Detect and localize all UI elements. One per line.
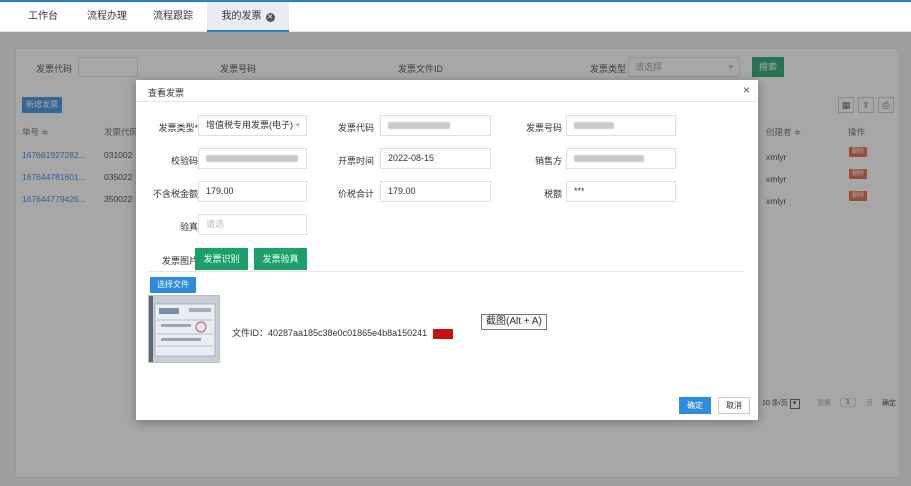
tab-invoice-verify[interactable]: 发票验真 bbox=[254, 248, 307, 270]
tab-invoice-recognition[interactable]: 发票识别 bbox=[195, 248, 248, 270]
invoice-type-label: 发票类型* bbox=[158, 123, 198, 133]
tax-input[interactable]: *** bbox=[566, 181, 676, 202]
invoice-type-select[interactable]: 增值税专用发票(电子) ▾ bbox=[198, 115, 307, 136]
choose-file-button[interactable]: 选择文件 bbox=[150, 277, 196, 293]
confirm-button[interactable]: 确定 bbox=[679, 397, 711, 414]
invoice-code-label: 发票代码 bbox=[337, 123, 374, 133]
view-invoice-dialog: 查看发票 × 发票类型* 增值税专用发票(电子) ▾ 发票代码 发票号码 校验码 … bbox=[136, 80, 758, 420]
invoice-type-value: 增值税专用发票(电子) bbox=[206, 120, 293, 130]
file-id-value: 文件ID：40287aa185c38e0c01865e4b8a150241 bbox=[232, 328, 428, 338]
amount-input[interactable]: 179.00 bbox=[198, 181, 307, 202]
redacted-value bbox=[574, 155, 644, 163]
chevron-down-icon: ▾ bbox=[295, 120, 300, 130]
tab-process[interactable]: 流程办理 bbox=[78, 2, 136, 32]
screenshot-tooltip: 截图(Alt + A) bbox=[481, 314, 547, 330]
tab-tracking[interactable]: 流程跟踪 bbox=[144, 2, 202, 32]
invoice-number-label: 发票号码 bbox=[525, 123, 562, 133]
invoice-number-input[interactable] bbox=[566, 115, 676, 136]
divider bbox=[148, 271, 744, 272]
tab-workbench[interactable]: 工作台 bbox=[18, 2, 68, 32]
check-code-label: 校验码 bbox=[170, 156, 198, 166]
tab-label: 工作台 bbox=[28, 11, 58, 22]
issue-date-label: 开票时间 bbox=[337, 156, 374, 166]
top-tab-bar: 工作台 流程办理 流程跟踪 我的发票 ✕ bbox=[0, 0, 911, 32]
dialog-title: 查看发票 bbox=[148, 88, 185, 98]
total-label: 价税合计 bbox=[337, 189, 374, 199]
total-input[interactable]: 179.00 bbox=[380, 181, 491, 202]
close-tab-icon[interactable]: ✕ bbox=[265, 13, 275, 22]
invoice-image-label: 发票图片 bbox=[161, 256, 198, 266]
invoice-thumbnail[interactable] bbox=[148, 295, 220, 363]
issue-date-input[interactable]: 2022-08-15 bbox=[380, 148, 491, 169]
tab-label: 流程办理 bbox=[87, 11, 127, 22]
tab-label: 我的发票 bbox=[221, 11, 262, 22]
tab-label: 流程跟踪 bbox=[153, 11, 193, 22]
tab-my-invoices[interactable]: 我的发票 ✕ bbox=[207, 2, 289, 32]
seller-label: 销售方 bbox=[534, 156, 562, 166]
close-icon[interactable]: × bbox=[743, 83, 750, 97]
invoice-image bbox=[149, 296, 219, 362]
file-id-text: 文件ID：40287aa185c38e0c01865e4b8a150241 删除 bbox=[232, 326, 453, 339]
redacted-value bbox=[388, 122, 450, 130]
verify-select[interactable]: 请选 bbox=[198, 214, 307, 235]
delete-file-button[interactable]: 删除 bbox=[432, 329, 453, 339]
verify-label: 验真 bbox=[179, 222, 198, 232]
tax-label: 税额 bbox=[543, 189, 562, 199]
redacted-value bbox=[574, 122, 614, 130]
redacted-value bbox=[206, 155, 298, 163]
dialog-header: 查看发票 × bbox=[136, 80, 758, 102]
amount-label: 不含税金额 bbox=[152, 189, 198, 199]
seller-input[interactable] bbox=[566, 148, 676, 169]
cancel-button[interactable]: 取消 bbox=[718, 397, 750, 414]
check-code-input[interactable] bbox=[198, 148, 307, 169]
invoice-code-input[interactable] bbox=[380, 115, 491, 136]
